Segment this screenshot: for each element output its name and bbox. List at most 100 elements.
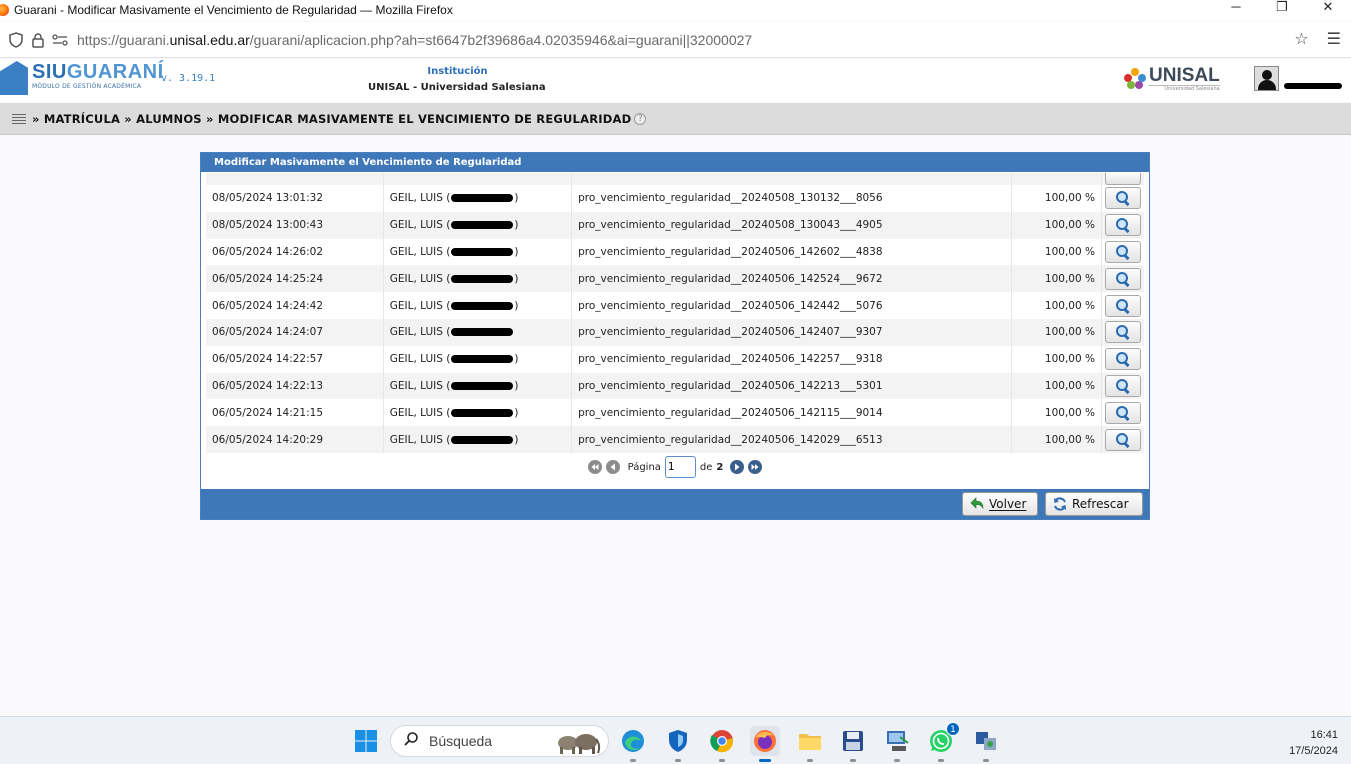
- row-action: [1101, 185, 1144, 212]
- row-progress: 100,00 %: [1011, 318, 1102, 346]
- restore-icon[interactable]: ❐: [1259, 0, 1305, 20]
- table-row: 06/05/2024 14:24:42 GEIL, LUIS () pro_venc…: [206, 292, 1144, 319]
- view-button[interactable]: [1104, 187, 1141, 210]
- bookmark-star-icon[interactable]: ☆: [1294, 29, 1308, 48]
- row-user-redacted: [451, 194, 514, 203]
- row-process-name: pro_vencimiento_regularidad__20240506_14…: [571, 372, 1013, 400]
- back-arrow-icon: [969, 496, 985, 512]
- row-action: [1101, 211, 1144, 239]
- row-user-redacted: [451, 381, 514, 390]
- chrome-icon[interactable]: [707, 726, 737, 762]
- start-windows-icon[interactable]: [351, 726, 381, 756]
- close-icon[interactable]: ✕: [1305, 0, 1351, 20]
- row-user-end: ): [514, 219, 519, 232]
- row-action: [1101, 399, 1144, 427]
- row-action: [1101, 345, 1144, 373]
- last-page-icon[interactable]: [748, 460, 763, 474]
- page-number-input[interactable]: [664, 456, 696, 478]
- clock-time: 16:41: [1310, 729, 1338, 741]
- row-date: 06/05/2024 14:26:02: [206, 238, 384, 266]
- table-row: 08/05/2024 13:01:32 GEIL, LUIS () pro_venc…: [206, 185, 1144, 212]
- row-process-name: pro_vencimiento_regularidad__20240506_14…: [571, 292, 1013, 319]
- remote-desktop-icon[interactable]: [882, 726, 912, 762]
- row-user: GEIL, LUIS (): [383, 185, 573, 212]
- row-action: [1101, 318, 1144, 346]
- row-process-name: pro_vencimiento_regularidad__20240506_14…: [571, 265, 1013, 293]
- table-row: 08/05/2024 13:00:43 GEIL, LUIS () pro_venc…: [206, 211, 1144, 239]
- operations-table: 08/05/2024 13:01:32 GEIL, LUIS () pro_venc…: [206, 173, 1144, 453]
- view-button[interactable]: [1104, 240, 1141, 263]
- view-button[interactable]: [1104, 348, 1141, 371]
- row-process-name: pro_vencimiento_regularidad__20240506_14…: [571, 345, 1013, 373]
- view-button[interactable]: [1104, 401, 1141, 424]
- next-page-icon[interactable]: [730, 460, 745, 474]
- row-user-redacted: [451, 328, 514, 337]
- row-user-redacted: [451, 247, 514, 256]
- row-user-name: GEIL, LUIS (: [389, 245, 451, 258]
- help-icon[interactable]: ?: [634, 112, 647, 125]
- row-progress: 100,00 %: [1011, 426, 1102, 453]
- unisal-logo-subtitle: Universidad Salesiana: [1149, 85, 1220, 92]
- row-date: 06/05/2024 14:22:57: [206, 345, 384, 373]
- view-button[interactable]: [1104, 321, 1141, 344]
- siu-guarani-logo[interactable]: SIUGUARANÍ MÓDULO DE GESTIÓN ACADÉMICA: [0, 61, 164, 95]
- defender-icon[interactable]: [663, 726, 693, 762]
- minimize-icon[interactable]: ─: [1213, 0, 1259, 20]
- row-user: GEIL, LUIS (: [383, 318, 573, 346]
- view-button[interactable]: [1104, 173, 1141, 185]
- row-date: 06/05/2024 14:21:15: [206, 399, 384, 427]
- row-user-name: GEIL, LUIS (: [389, 192, 451, 205]
- view-button[interactable]: [1104, 374, 1141, 397]
- view-button[interactable]: [1104, 428, 1141, 451]
- taskbar-search[interactable]: Búsqueda: [390, 725, 609, 757]
- whatsapp-icon[interactable]: 1: [926, 722, 960, 762]
- magnifier-icon: [1115, 325, 1130, 339]
- url-path: /guarani/aplicacion.php?ah=st6647b2f3968…: [249, 31, 753, 48]
- save-app-icon[interactable]: [838, 726, 868, 762]
- firefox-icon: [0, 4, 9, 16]
- clock-date: 17/5/2024: [1289, 745, 1338, 757]
- page-total: 2: [716, 461, 724, 473]
- row-progress: 100,00 %: [1011, 238, 1102, 266]
- row-user: GEIL, LUIS (): [383, 345, 573, 373]
- firefox-taskbar-icon[interactable]: [750, 726, 780, 762]
- shield-icon[interactable]: [5, 29, 27, 51]
- user-name-redacted[interactable]: [1284, 83, 1342, 89]
- logo-guarani-text: GUARANÍ: [66, 61, 164, 83]
- panel-footer: Volver Refrescar: [201, 489, 1149, 519]
- window-titlebar: Guarani - Modificar Masivamente el Venci…: [0, 0, 1351, 20]
- lock-icon[interactable]: [27, 29, 49, 51]
- hamburger-menu-icon[interactable]: ☰: [1327, 29, 1341, 48]
- row-process-name: pro_vencimiento_regularidad__20240506_14…: [571, 399, 1013, 427]
- row-process-name: pro_vencimiento_regularidad__20240506_14…: [571, 318, 1013, 346]
- row-progress: 100,00 %: [1011, 399, 1102, 427]
- row-action: [1101, 372, 1144, 400]
- row-user-end: ): [514, 353, 519, 366]
- view-button[interactable]: [1104, 294, 1141, 317]
- refresh-button-label: Refrescar: [1072, 497, 1129, 511]
- row-user-redacted: [451, 274, 514, 283]
- back-button[interactable]: Volver: [962, 492, 1038, 516]
- previous-page-icon[interactable]: [605, 460, 620, 474]
- unisal-flower-icon: [1124, 68, 1146, 90]
- row-user-end: ): [514, 272, 519, 285]
- system-clock[interactable]: 16:41 17/5/2024: [1289, 727, 1338, 759]
- operations-table-scroll[interactable]: 08/05/2024 13:01:32 GEIL, LUIS () pro_venc…: [206, 173, 1144, 454]
- menu-list-icon[interactable]: [12, 113, 26, 124]
- row-user-end: ): [514, 433, 519, 446]
- edge-icon[interactable]: [618, 726, 648, 762]
- row-progress: 100,00 %: [1011, 265, 1102, 293]
- permissions-icon[interactable]: [49, 29, 71, 51]
- refresh-button[interactable]: Refrescar: [1045, 492, 1143, 516]
- breadcrumb: » MATRÍCULA » ALUMNOS » MODIFICAR MASIVA…: [32, 111, 632, 126]
- url-field[interactable]: https://guarani.unisal.edu.ar/guarani/ap…: [77, 32, 752, 48]
- view-button[interactable]: [1104, 214, 1141, 237]
- table-row: 06/05/2024 14:22:57 GEIL, LUIS () pro_venc…: [206, 345, 1144, 373]
- breadcrumb-bar: » MATRÍCULA » ALUMNOS » MODIFICAR MASIVA…: [0, 103, 1351, 135]
- user-avatar[interactable]: [1254, 66, 1279, 91]
- first-page-icon[interactable]: [587, 460, 602, 474]
- row-user-name: GEIL, LUIS (: [389, 272, 451, 285]
- network-app-icon[interactable]: [971, 726, 1001, 762]
- file-explorer-icon[interactable]: [795, 726, 825, 762]
- view-button[interactable]: [1104, 267, 1141, 290]
